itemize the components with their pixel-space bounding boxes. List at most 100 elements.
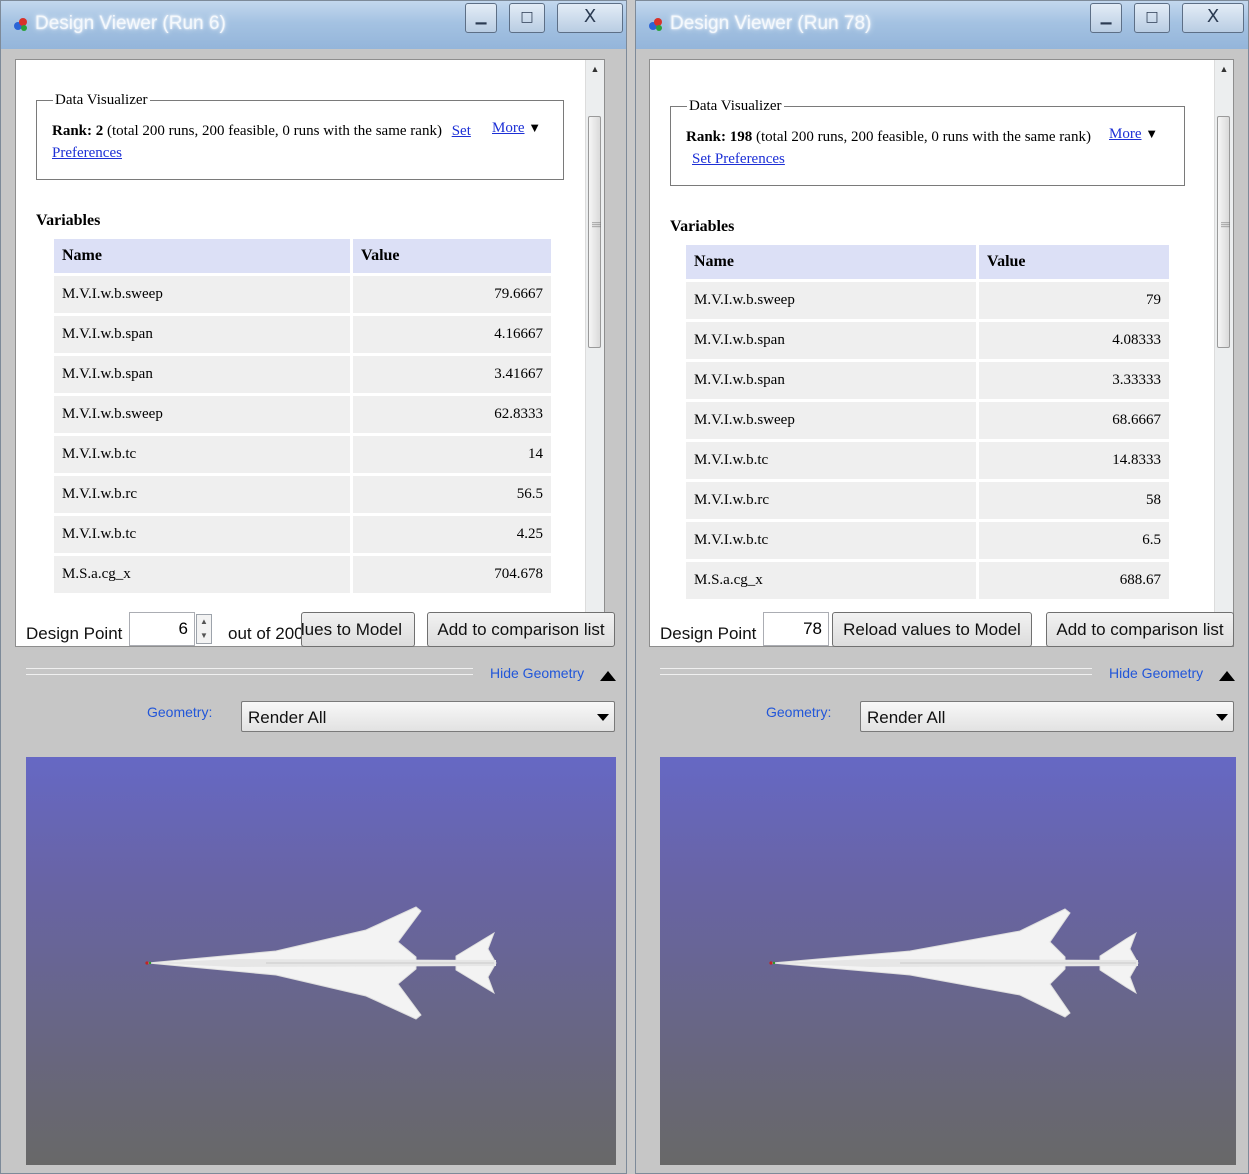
window-title: Design Viewer (Run 78) [670,13,872,34]
value-column-header[interactable]: Value [979,245,1169,279]
variable-name: M.V.I.w.b.sweep [54,276,353,313]
variable-value: 3.41667 [353,356,551,393]
variable-name: M.V.I.w.b.tc [686,442,979,479]
geometry-divider [660,668,1092,675]
design-point-input[interactable]: 6 [129,612,195,646]
app-icon [649,18,662,31]
set-preferences-link[interactable]: Set Preferences [692,151,785,167]
add-to-comparison-button[interactable]: Add to comparison list [427,612,615,647]
variable-value: 58 [979,482,1169,519]
data-visualizer-legend: Data Visualizer [687,98,784,115]
design-point-label: Design Point [660,624,757,643]
table-row[interactable]: M.V.I.w.b.span 4.08333 [686,322,1169,359]
variable-name: M.V.I.w.b.span [54,316,353,353]
table-row[interactable]: M.V.I.w.b.tc 6.5 [686,522,1169,559]
table-row[interactable]: M.V.I.w.b.rc 56.5 [54,476,551,513]
vertical-scrollbar[interactable]: ▲ ——— ▼ [585,60,604,646]
variable-value: 68.6667 [979,402,1169,439]
table-row[interactable]: M.V.I.w.b.tc 14.8333 [686,442,1169,479]
variable-name: M.V.I.w.b.rc [686,482,979,519]
hide-geometry-link[interactable]: Hide Geometry [1109,665,1203,681]
scroll-up-arrow-icon[interactable]: ▲ [586,60,604,78]
table-row[interactable]: M.V.I.w.b.sweep 68.6667 [686,402,1169,439]
title-bar[interactable]: Design Viewer (Run 6) ▁ □ X [1,1,626,49]
dropdown-arrow-icon [597,714,609,721]
design-viewer-window-run-6: Design Viewer (Run 6) ▁ □ X Data Visuali… [0,0,627,1174]
out-of-total-label: out of 200 [228,624,304,643]
maximize-button[interactable]: □ [509,3,545,33]
more-chevron-down-icon: ▼ [1145,126,1159,141]
geometry-divider [26,668,473,675]
scrollbar-thumb[interactable]: — — — [1217,116,1230,348]
geometry-label: Geometry: [147,704,213,720]
geometry-select[interactable]: Render All [241,701,615,732]
data-visualizer-group: Data Visualizer Rank: 198 (total 200 run… [670,98,1185,186]
hide-geometry-link[interactable]: Hide Geometry [490,665,584,681]
rank-text: (total 200 runs, 200 feasible, 0 runs wi… [103,123,442,139]
geometry-label: Geometry: [766,704,832,720]
table-row[interactable]: M.V.I.w.b.sweep 79 [686,282,1169,319]
rank-summary: Rank: 2 (total 200 runs, 200 feasible, 0… [52,120,484,164]
table-row[interactable]: M.V.I.w.b.rc 58 [686,482,1169,519]
more-link[interactable]: More ▼ [1109,126,1158,143]
variable-value: 14.8333 [979,442,1169,479]
table-row[interactable]: M.V.I.w.b.sweep 79.6667 [54,276,551,313]
more-link-label: More [1109,126,1142,142]
variable-value: 3.33333 [979,362,1169,399]
variable-name: M.V.I.w.b.tc [54,436,353,473]
table-row[interactable]: M.V.I.w.b.sweep 62.8333 [54,396,551,433]
scroll-up-arrow-icon[interactable]: ▲ [1215,60,1233,78]
variables-table: Name Value M.V.I.w.b.sweep 79 M.V.I.w.b.s… [686,242,1169,602]
scrollbar-thumb[interactable]: — — — [588,116,601,348]
maximize-button[interactable]: □ [1134,3,1170,33]
variable-value: 56.5 [353,476,551,513]
table-row[interactable]: M.V.I.w.b.span 3.33333 [686,362,1169,399]
variables-table: Name Value M.V.I.w.b.sweep 79.6667 M.V.I.… [54,236,551,596]
reload-values-button[interactable]: Reload values to Model [301,612,415,647]
geometry-3d-viewport[interactable] [26,757,616,1165]
rank-value: 198 [729,129,753,145]
close-button[interactable]: X [557,3,623,33]
variable-name: M.V.I.w.b.sweep [686,282,979,319]
more-link[interactable]: More ▼ [492,120,541,137]
variable-name: M.V.I.w.b.tc [686,522,979,559]
table-row[interactable]: M.V.I.w.b.span 4.16667 [54,316,551,353]
add-to-comparison-button[interactable]: Add to comparison list [1046,612,1234,647]
more-chevron-down-icon: ▼ [528,120,542,135]
table-row[interactable]: M.V.I.w.b.tc 4.25 [54,516,551,553]
table-row[interactable]: M.S.a.cg_x 704.678 [54,556,551,593]
design-point-spinner[interactable]: ▲ ▼ [196,614,212,644]
vertical-scrollbar[interactable]: ▲ ——— ▼ [1214,60,1233,646]
minimize-button[interactable]: ▁ [465,3,497,33]
collapse-up-icon[interactable] [1219,671,1235,681]
rank-label: Rank: [52,123,93,139]
app-icon [14,18,27,31]
geometry-3d-viewport[interactable] [660,757,1236,1165]
title-bar[interactable]: Design Viewer (Run 78) ▁ □ X [636,1,1248,49]
reload-values-button[interactable]: Reload values to Model [832,612,1032,647]
geometry-selected-value: Render All [248,708,327,727]
name-column-header[interactable]: Name [686,245,979,279]
table-row[interactable]: M.V.I.w.b.span 3.41667 [54,356,551,393]
minimize-button[interactable]: ▁ [1090,3,1122,33]
variable-name: M.V.I.w.b.span [686,362,979,399]
variable-value: 4.25 [353,516,551,553]
variables-heading: Variables [670,218,735,235]
variable-name: M.V.I.w.b.sweep [54,396,353,433]
variable-name: M.S.a.cg_x [54,556,353,593]
variable-value: 704.678 [353,556,551,593]
design-point-input[interactable]: 78 [763,612,829,646]
variables-heading: Variables [36,212,101,229]
variable-value: 79.6667 [353,276,551,313]
table-row[interactable]: M.V.I.w.b.tc 14 [54,436,551,473]
grip-icon: — — — [592,217,601,231]
geometry-select[interactable]: Render All [860,701,1234,732]
table-row[interactable]: M.S.a.cg_x 688.67 [686,562,1169,599]
name-column-header[interactable]: Name [54,239,353,273]
variable-name: M.S.a.cg_x [686,562,979,599]
grip-icon: — — — [1221,217,1230,231]
collapse-up-icon[interactable] [600,671,616,681]
aircraft-geometry [145,906,497,1020]
value-column-header[interactable]: Value [353,239,551,273]
close-button[interactable]: X [1182,3,1244,33]
